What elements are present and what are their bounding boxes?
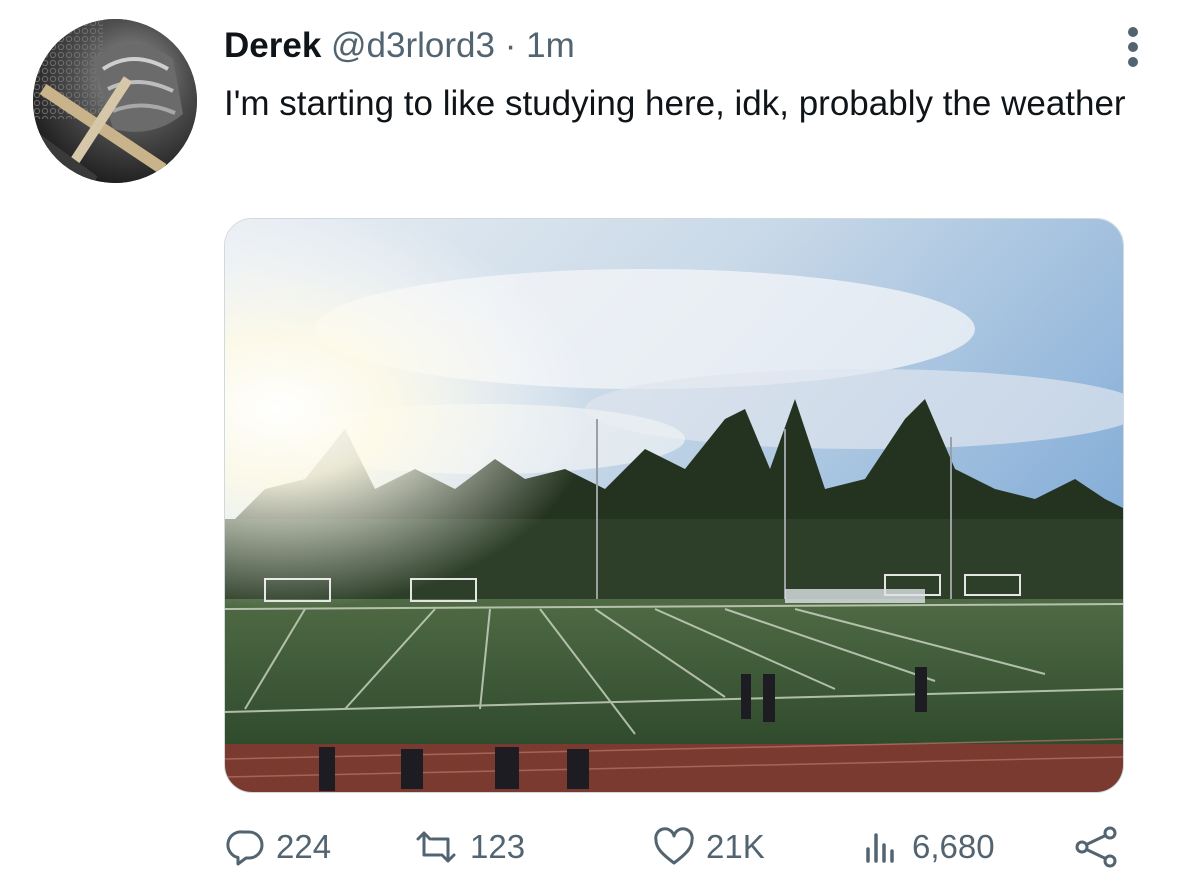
more-vertical-icon[interactable] [1118, 24, 1148, 70]
share-button[interactable] [1072, 820, 1120, 874]
display-name[interactable]: Derek [224, 26, 321, 65]
tweet-media-image[interactable] [224, 218, 1124, 793]
views-button[interactable]: 6,680 [862, 820, 995, 874]
tweet-actions: 224 123 21K 6,680 [0, 820, 1200, 874]
tweet-header: Derek @d3rlord3 · 1m [224, 24, 575, 68]
retweet-count: 123 [470, 828, 526, 865]
avatar-image [33, 19, 197, 183]
timestamp[interactable]: 1m [526, 26, 575, 65]
avatar[interactable] [33, 19, 197, 183]
retweet-button[interactable]: 123 [412, 820, 525, 874]
like-count: 21K [706, 828, 765, 865]
like-button[interactable]: 21K [652, 820, 765, 874]
share-icon [1072, 825, 1120, 869]
reply-icon [226, 827, 266, 867]
reply-button[interactable]: 224 [226, 820, 331, 874]
heart-icon [652, 827, 696, 867]
handle[interactable]: @d3rlord3 [331, 26, 495, 65]
analytics-icon [862, 827, 902, 867]
retweet-icon [412, 827, 460, 867]
views-count: 6,680 [912, 828, 995, 865]
reply-count: 224 [276, 828, 332, 865]
separator: · [504, 26, 517, 65]
tweet-text: I'm starting to like studying here, idk,… [224, 84, 1126, 123]
